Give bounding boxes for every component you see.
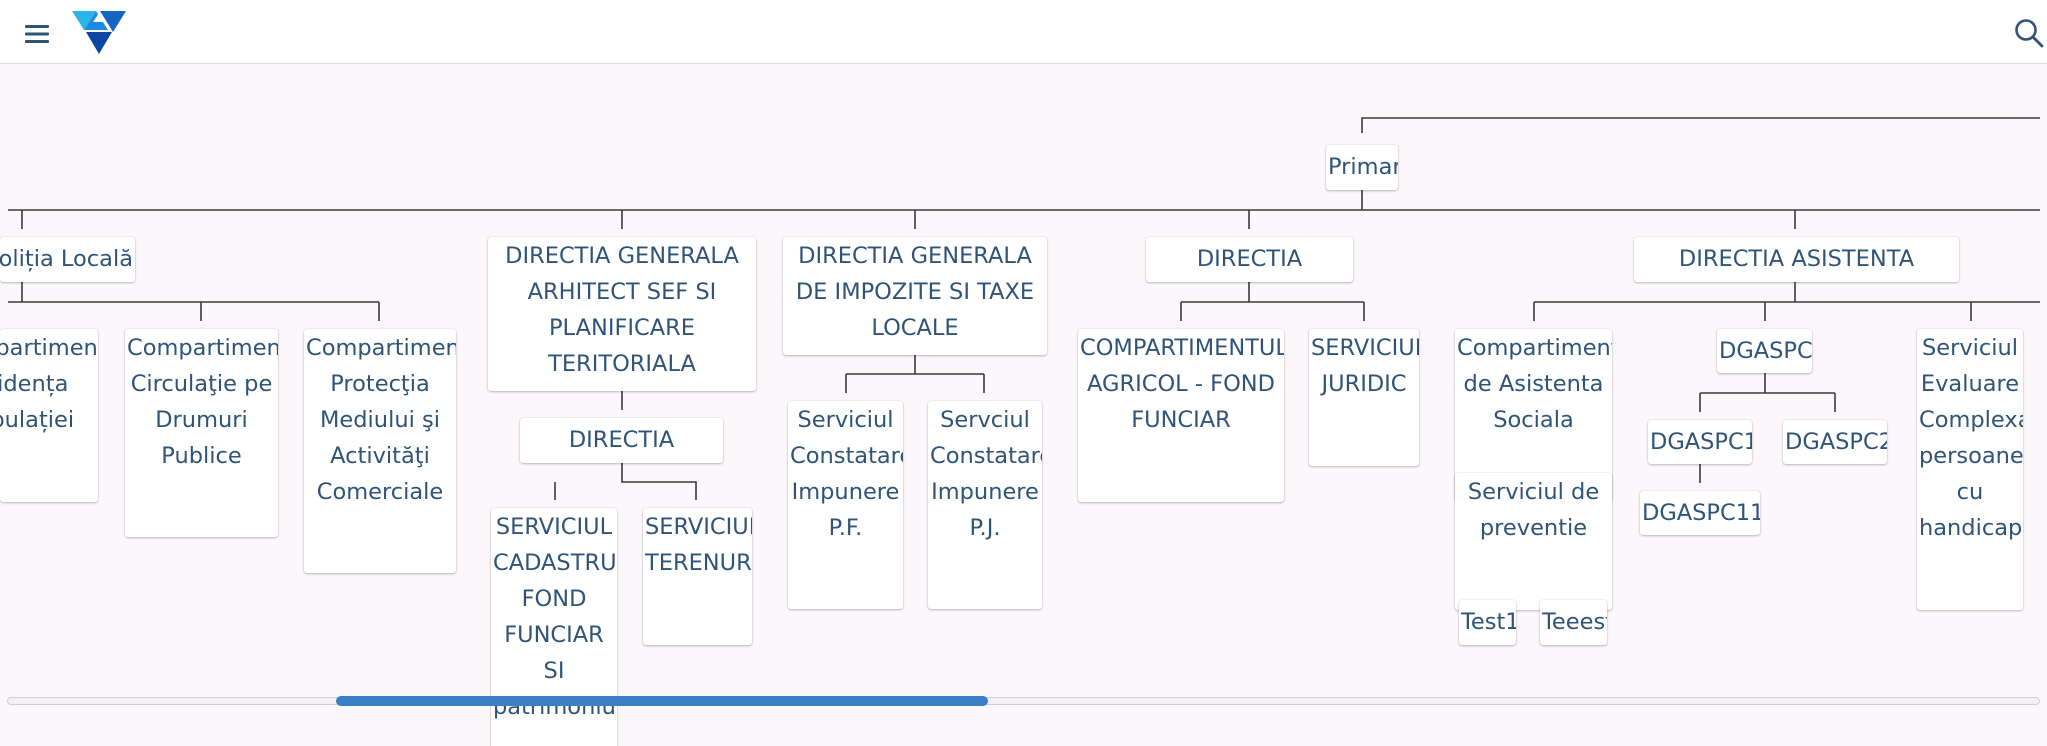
org-node-dir-juridica[interactable]: DIRECTIA JURIDICA — [1146, 237, 1353, 282]
brand-logo-icon[interactable] — [72, 8, 126, 56]
org-node-comp-evidenta[interactable]: Compartiment Evidența Populației — [0, 329, 98, 502]
org-node-serv-constatare-pj[interactable]: Servciul Constatare Impunere P.J. — [928, 401, 1042, 609]
org-node-label: Primar — [1328, 154, 1398, 180]
org-node-label: DIRECTIA TEHNICA — [568, 427, 675, 453]
org-node-dir-impozite[interactable]: DIRECTIA GENERALA DE IMPOZITE SI TAXE LO… — [783, 237, 1047, 355]
org-node-test1[interactable]: Test1 — [1459, 600, 1516, 645]
org-node-serv-cadastru[interactable]: SERVICIUL CADASTRU, FOND FUNCIAR SI patr… — [491, 508, 617, 746]
org-node-label: Compartiment Protecţia Mediului şi Activ… — [306, 335, 456, 505]
org-node-serv-juridic[interactable]: SERVICIUL JURIDIC — [1309, 329, 1419, 466]
org-node-serv-evaluare[interactable]: Serviciul Evaluare Complexa persoane cu … — [1917, 329, 2023, 610]
org-node-label: DIRECTIA GENERALA DE IMPOZITE SI TAXE LO… — [795, 243, 1035, 341]
org-node-label: Serviciul de preventie — [1467, 479, 1600, 541]
org-node-label: DIRECTIA ASISTENTA SOCIALA — [1678, 246, 1915, 272]
org-chart-canvas[interactable]: Primar Poliția Locală Compartiment Evide… — [0, 64, 2047, 746]
org-node-label: Teeest — [1542, 609, 1607, 635]
org-node-label: SERVICIUL JURIDIC — [1311, 335, 1419, 397]
org-node-dgaspc2[interactable]: DGASPC2 — [1783, 420, 1887, 464]
org-node-comp-protectia[interactable]: Compartiment Protecţia Mediului şi Activ… — [304, 329, 456, 573]
horizontal-scrollbar-track[interactable] — [7, 697, 2040, 705]
org-node-label: Compartiment Evidența Populației — [0, 335, 98, 433]
org-node-label: Serviciul Evaluare Complexa persoane cu … — [1919, 335, 2023, 541]
org-node-label: DIRECTIA JURIDICA — [1196, 246, 1303, 272]
org-node-dgaspc11[interactable]: DGASPC11 — [1640, 491, 1760, 535]
org-node-label: DGASPC — [1719, 338, 1812, 364]
org-node-primar[interactable]: Primar — [1326, 145, 1398, 190]
org-node-label: Compartiment Circulaţie pe Drumuri Publi… — [127, 335, 278, 469]
horizontal-scrollbar-thumb[interactable] — [336, 696, 988, 706]
org-node-serv-constatare-pf[interactable]: Serviciul Constatare Impunere P.F. — [788, 401, 903, 609]
org-node-label: DGASPC1 — [1650, 429, 1752, 455]
org-node-label: DIRECTIA GENERALA ARHITECT SEF SI PLANIF… — [505, 243, 739, 377]
org-node-politia-locala[interactable]: Poliția Locală — [0, 237, 135, 282]
org-node-serv-terenuri[interactable]: SERVICIUL TERENURI — [643, 508, 752, 645]
search-icon[interactable] — [2012, 16, 2046, 50]
org-node-label: DGASPC2 — [1785, 429, 1887, 455]
org-node-label: SERVICIUL CADASTRU, FOND FUNCIAR SI patr… — [493, 514, 617, 720]
org-node-teeest[interactable]: Teeest — [1540, 600, 1607, 645]
org-node-dgaspc[interactable]: DGASPC — [1717, 329, 1812, 373]
org-node-label: Serviciul Constatare Impunere P.F. — [790, 407, 903, 541]
top-app-bar — [0, 0, 2047, 64]
org-node-label: Servciul Constatare Impunere P.J. — [930, 407, 1042, 541]
org-node-dir-tehnica[interactable]: DIRECTIA TEHNICA — [520, 418, 723, 463]
org-node-label: Compartiment de Asistenta Sociala — [1457, 335, 1612, 433]
org-node-label: COMPARTIMENTUL AGRICOL - FOND FUNCIAR — [1080, 335, 1284, 433]
org-node-comp-circulatie[interactable]: Compartiment Circulaţie pe Drumuri Publi… — [125, 329, 278, 537]
org-node-label: SERVICIUL TERENURI — [645, 514, 752, 576]
org-node-serv-preventie[interactable]: Serviciul de preventie — [1455, 473, 1612, 610]
org-node-label: Poliția Locală — [0, 246, 133, 272]
org-node-label: DGASPC11 — [1642, 500, 1760, 526]
hamburger-menu-icon[interactable] — [20, 20, 54, 48]
org-node-dir-asistenta[interactable]: DIRECTIA ASISTENTA SOCIALA — [1634, 237, 1959, 282]
org-node-comp-agricol[interactable]: COMPARTIMENTUL AGRICOL - FOND FUNCIAR — [1078, 329, 1284, 502]
org-node-dgaspc1[interactable]: DGASPC1 — [1648, 420, 1752, 464]
org-node-dir-arhitect[interactable]: DIRECTIA GENERALA ARHITECT SEF SI PLANIF… — [488, 237, 756, 391]
org-node-label: Test1 — [1461, 609, 1516, 635]
